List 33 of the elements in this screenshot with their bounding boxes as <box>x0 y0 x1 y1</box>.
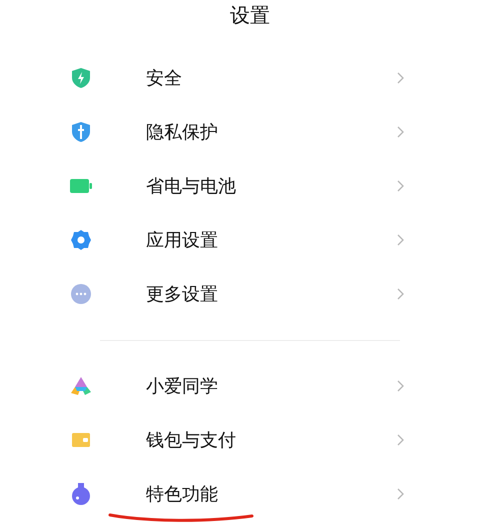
flask-icon <box>72 483 90 505</box>
wallet-icon <box>72 433 90 447</box>
chevron-icon <box>397 180 404 192</box>
settings-item[interactable]: 小爱同学 <box>0 359 500 413</box>
settings-item[interactable]: 应用设置 <box>0 213 500 267</box>
page-title: 设置 <box>230 2 270 29</box>
shield-icon <box>72 68 90 88</box>
item-label: 更多设置 <box>146 282 219 306</box>
chevron-icon <box>397 434 404 446</box>
chevron-icon <box>397 380 404 392</box>
item-label: 隐私保护 <box>146 120 219 144</box>
item-label: 省电与电池 <box>146 174 237 198</box>
settings-item[interactable]: 隐私保护 <box>0 105 500 159</box>
chevron-icon <box>397 488 404 500</box>
more-icon <box>71 284 91 304</box>
chevron-icon <box>397 234 404 246</box>
gear-icon <box>71 230 91 250</box>
shield-icon <box>72 122 90 142</box>
assistant-icon <box>71 377 91 395</box>
settings-item[interactable]: 更多设置 <box>0 267 500 321</box>
settings-item[interactable]: 省电与电池 <box>0 159 500 213</box>
item-label: 安全 <box>146 66 183 90</box>
item-label: 钱包与支付 <box>146 428 237 452</box>
chevron-icon <box>397 288 404 300</box>
item-label: 应用设置 <box>146 228 219 252</box>
settings-item[interactable]: 钱包与支付 <box>0 413 500 467</box>
settings-item[interactable]: 安全 <box>0 51 500 105</box>
item-label: 特色功能 <box>146 482 219 506</box>
chevron-icon <box>397 72 404 84</box>
battery-icon <box>70 179 92 193</box>
chevron-icon <box>397 126 404 138</box>
item-label: 小爱同学 <box>146 374 219 398</box>
settings-item[interactable]: 特色功能 <box>0 467 500 521</box>
